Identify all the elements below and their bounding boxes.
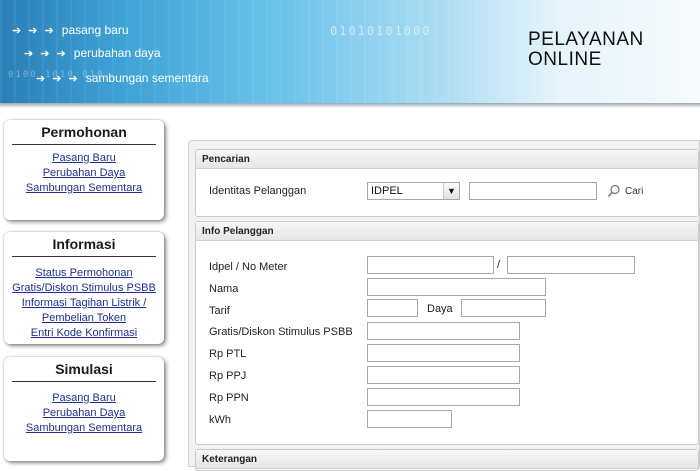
sidebar-simulasi-links: Pasang Baru Perubahan Daya Sambungan Sem… <box>4 382 164 436</box>
sidebar-link-simulasi-sambungan-sementara[interactable]: Sambungan Sementara <box>8 421 160 436</box>
search-button[interactable]: Cari <box>607 184 643 198</box>
panel-pencarian: Pencarian Identitas Pelanggan IDPEL ▼ Ca… <box>195 149 699 217</box>
sidebar-link-perubahan-daya[interactable]: Perubahan Daya <box>8 166 160 181</box>
banner-link-perubahan-daya[interactable]: ➔ ➔ ➔ perubahan daya <box>24 45 161 61</box>
sidebar-link-informasi-tagihan[interactable]: Informasi Tagihan Listrik / <box>8 296 160 311</box>
sidebar-link-pembelian-token[interactable]: Pembelian Token <box>8 311 160 326</box>
sidebar-link-simulasi-pasang-baru[interactable]: Pasang Baru <box>8 391 160 406</box>
rp-ppj-field[interactable] <box>367 366 520 384</box>
identitas-type-select[interactable]: IDPEL ▼ <box>367 182 460 200</box>
kwh-field[interactable] <box>367 410 452 428</box>
search-input[interactable] <box>469 182 597 200</box>
banner-link-pasang-baru[interactable]: ➔ ➔ ➔ pasang baru <box>12 22 129 38</box>
sidebar-link-simulasi-perubahan-daya[interactable]: Perubahan Daya <box>8 406 160 421</box>
site-title-line1: PELAYANAN <box>528 29 644 50</box>
rp-ptl-label: Rp PTL <box>209 348 247 360</box>
nama-field[interactable] <box>367 278 546 296</box>
tarif-field[interactable] <box>367 299 418 317</box>
tarif-label: Tarif <box>209 305 230 317</box>
no-meter-field[interactable] <box>507 256 635 274</box>
gratis-diskon-label: Gratis/Diskon Stimulus PSBB <box>209 326 353 338</box>
search-button-label: Cari <box>625 185 644 197</box>
chevron-down-icon: ▼ <box>443 183 459 199</box>
identitas-type-value: IDPEL <box>371 185 403 197</box>
nama-label: Nama <box>209 283 239 295</box>
banner-divider <box>0 103 700 108</box>
panel-pencarian-header: Pencarian <box>196 150 698 169</box>
daya-field[interactable] <box>461 299 546 317</box>
sidebar-link-gratis-diskon[interactable]: Gratis/Diskon Stimulus PSBB <box>8 281 160 296</box>
search-icon <box>607 184 620 198</box>
rp-ppj-label: Rp PPJ <box>209 370 247 382</box>
sidebar-simulasi: Simulasi Pasang Baru Perubahan Daya Samb… <box>4 357 164 461</box>
sidebar-permohonan-links: Pasang Baru Perubahan Daya Sambungan Sem… <box>4 145 164 196</box>
site-title: PELAYANAN ONLINE <box>528 30 644 70</box>
banner-link-label: perubahan daya <box>73 46 161 60</box>
arrows-icon: ➔ ➔ ➔ <box>24 47 68 60</box>
panel-keterangan: Keterangan <box>195 449 699 471</box>
rp-ppn-label: Rp PPN <box>209 392 249 404</box>
daya-label: Daya <box>427 303 453 315</box>
banner-link-label: pasang baru <box>61 23 129 37</box>
sidebar-link-status-permohonan[interactable]: Status Permohonan <box>8 266 160 281</box>
sidebar-link-entri-kode[interactable]: Entri Kode Konfirmasi <box>8 326 160 341</box>
idpel-label: Idpel / No Meter <box>209 261 288 273</box>
gratis-diskon-field[interactable] <box>367 322 520 340</box>
header-banner: 01010101000 0100 1010 010 ➔ ➔ ➔ pasang b… <box>0 0 700 103</box>
sidebar-link-pasang-baru[interactable]: Pasang Baru <box>8 151 160 166</box>
panel-info-pelanggan-header: Info Pelanggan <box>196 222 698 241</box>
idpel-field[interactable] <box>367 256 494 274</box>
idpel-separator: / <box>497 259 501 271</box>
banner-link-sambungan-sementara[interactable]: ➔ ➔ ➔ sambungan sementara <box>36 70 209 86</box>
sidebar-informasi-links: Status Permohonan Gratis/Diskon Stimulus… <box>4 257 164 341</box>
sidebar-permohonan: Permohonan Pasang Baru Perubahan Daya Sa… <box>4 120 164 220</box>
sidebar-link-sambungan-sementara[interactable]: Sambungan Sementara <box>8 181 160 196</box>
banner-link-label: sambungan sementara <box>85 71 209 85</box>
panel-info-pelanggan: Info Pelanggan Idpel / No Meter / Nama T… <box>195 221 699 445</box>
banner-binary-decoration: 01010101000 <box>330 24 432 38</box>
arrows-icon: ➔ ➔ ➔ <box>12 24 56 37</box>
sidebar-permohonan-title: Permohonan <box>12 124 156 145</box>
panel-keterangan-header: Keterangan <box>196 450 698 469</box>
sidebar-informasi-title: Informasi <box>12 236 156 257</box>
sidebar-simulasi-title: Simulasi <box>12 361 156 382</box>
arrows-icon: ➔ ➔ ➔ <box>36 72 80 85</box>
main-content: Pencarian Identitas Pelanggan IDPEL ▼ Ca… <box>188 140 700 471</box>
kwh-label: kWh <box>209 414 231 426</box>
identitas-pelanggan-label: Identitas Pelanggan <box>209 185 307 197</box>
sidebar-informasi: Informasi Status Permohonan Gratis/Disko… <box>4 232 164 344</box>
site-title-line2: ONLINE <box>528 49 602 70</box>
rp-ppn-field[interactable] <box>367 388 520 406</box>
rp-ptl-field[interactable] <box>367 344 520 362</box>
